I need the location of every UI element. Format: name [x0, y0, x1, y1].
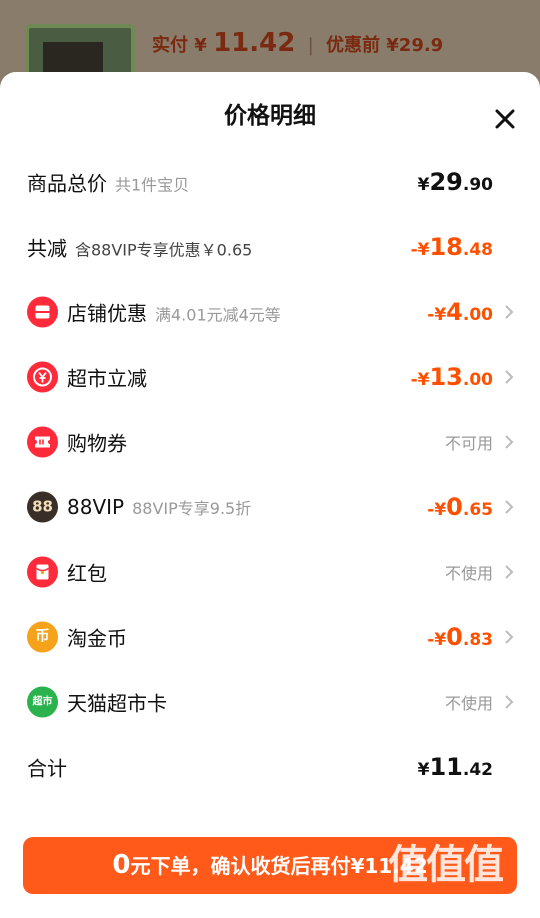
paid-currency: ¥	[194, 35, 207, 56]
row-label: 天猫超市卡	[67, 688, 167, 717]
paid-label: 实付	[152, 35, 188, 56]
order-button-text: 元下单，确认收货后再付	[130, 854, 351, 878]
close-icon	[495, 109, 515, 129]
amount-decimal: .42	[462, 760, 493, 780]
chevron-right-icon	[503, 628, 515, 646]
shop-icon	[27, 296, 58, 328]
row-label: 店铺优惠 满4.01元减4元等	[67, 298, 281, 327]
hongbao-status: 不使用	[444, 564, 493, 583]
row-label: 共减 含88VIP专享优惠￥0.65	[27, 233, 252, 262]
chevron-right-icon	[503, 433, 515, 451]
amount-integer: 29	[429, 168, 463, 196]
red-envelope-icon	[27, 556, 58, 588]
row-label: 淘金币	[67, 623, 127, 652]
close-button[interactable]	[491, 105, 519, 133]
reduction-label: 共减	[27, 236, 67, 261]
shop-discount-label: 店铺优惠	[67, 301, 147, 326]
amount-integer: 11	[429, 753, 463, 781]
price-detail-sheet: 价格明细 商品总价 共1件宝贝 ¥29.90 共减 含88VIP专享优惠￥0.65 …	[0, 72, 540, 918]
row-tmall-supermarket-card[interactable]: 超市 天猫超市卡 不使用	[0, 677, 540, 727]
amount-currency: ¥	[417, 175, 430, 195]
original-price: ¥29.9	[386, 35, 444, 56]
tmall-card-status: 不使用	[444, 694, 493, 713]
supermarket-discount-amount: -¥13.00	[411, 363, 493, 391]
row-label: 合计	[27, 753, 67, 782]
chevron-right-icon	[503, 563, 515, 581]
goods-count: 共1件宝贝	[115, 175, 190, 195]
sum-label: 合计	[27, 756, 67, 781]
row-sum: 合计 ¥11.42	[0, 742, 540, 792]
product-price-summary: 实付 ¥ 11.42 | 优惠前 ¥29.9	[152, 28, 443, 58]
amount-integer: 0	[446, 493, 463, 521]
row-total-reduction: 共减 含88VIP专享优惠￥0.65 -¥18.48	[0, 222, 540, 272]
amount-decimal: .48	[462, 240, 493, 260]
goods-total-label: 商品总价	[27, 171, 107, 196]
sum-amount: ¥11.42	[418, 753, 493, 781]
supermarket-card-icon: 超市	[27, 686, 58, 718]
row-label: 88VIP 88VIP专享9.5折	[67, 495, 251, 519]
goods-total-amount: ¥29.90	[418, 168, 493, 196]
vip-label: 88VIP	[67, 495, 125, 519]
row-shop-discount[interactable]: 店铺优惠 满4.01元减4元等 -¥4.00	[0, 287, 540, 337]
row-88vip[interactable]: 88 88VIP 88VIP专享9.5折 -¥0.65	[0, 482, 540, 532]
vip-discount-note: 88VIP专享9.5折	[132, 499, 252, 518]
coupon-label: 购物券	[67, 431, 127, 456]
coin-icon: 币	[27, 621, 58, 653]
amount-decimal: .00	[462, 370, 493, 390]
vip-discount-amount: -¥0.65	[427, 493, 493, 521]
amount-integer: 0	[446, 623, 463, 651]
shop-discount-rule: 满4.01元减4元等	[155, 305, 281, 325]
88vip-icon: 88	[27, 491, 58, 523]
amount-currency: -¥	[410, 240, 430, 260]
coin-icon-text: 币	[35, 628, 50, 645]
yen-discount-icon	[27, 361, 58, 393]
amount-decimal: .90	[462, 175, 493, 195]
hongbao-label: 红包	[67, 561, 107, 586]
sheet-title: 价格明细	[224, 103, 316, 129]
amount-currency: -¥	[427, 630, 447, 650]
taojinbi-label: 淘金币	[67, 626, 127, 651]
88vip-icon-text: 88	[32, 497, 53, 516]
amount-decimal: .00	[462, 305, 493, 325]
amount-currency: ¥	[417, 760, 430, 780]
amount-currency: -¥	[427, 305, 447, 325]
watermark-url: zhizhizhi.com	[400, 892, 502, 910]
amount-integer: 13	[429, 363, 463, 391]
reduction-amount: -¥18.48	[411, 233, 493, 261]
supermarket-discount-label: 超市立减	[67, 366, 147, 391]
row-hongbao[interactable]: 红包 不使用	[0, 547, 540, 597]
paid-value: 11.42	[213, 28, 296, 58]
taojinbi-amount: -¥0.83	[427, 623, 493, 651]
amount-currency: -¥	[410, 370, 430, 390]
order-zero-amount: 0	[112, 850, 131, 880]
original-label: 优惠前	[325, 35, 380, 56]
chevron-right-icon	[503, 303, 515, 321]
row-taojinbi[interactable]: 币 淘金币 -¥0.83	[0, 612, 540, 662]
coupon-icon	[27, 426, 58, 458]
chevron-right-icon	[503, 693, 515, 711]
watermark-logo: 值值值	[388, 842, 504, 888]
coupon-status: 不可用	[444, 434, 493, 453]
amount-integer: 4	[446, 298, 463, 326]
amount-decimal: .65	[462, 500, 493, 520]
row-supermarket-discount[interactable]: 超市立减 -¥13.00	[0, 352, 540, 402]
amount-decimal: .83	[462, 630, 493, 650]
reduction-vip-note: 含88VIP专享优惠￥0.65	[75, 240, 253, 260]
row-shopping-coupon[interactable]: 购物券 不可用	[0, 417, 540, 467]
tmall-card-label: 天猫超市卡	[67, 691, 167, 716]
supermarket-card-icon-text: 超市	[32, 696, 53, 708]
chevron-right-icon	[503, 368, 515, 386]
chevron-right-icon	[503, 498, 515, 516]
row-label: 购物券	[67, 428, 127, 457]
row-label: 红包	[67, 558, 107, 587]
amount-currency: -¥	[427, 500, 447, 520]
row-goods-total: 商品总价 共1件宝贝 ¥29.90	[0, 157, 540, 207]
row-label: 商品总价 共1件宝贝	[27, 168, 189, 197]
amount-integer: 18	[429, 233, 463, 261]
row-label: 超市立减	[67, 363, 147, 392]
price-separator: |	[307, 35, 314, 56]
shop-discount-amount: -¥4.00	[427, 298, 493, 326]
